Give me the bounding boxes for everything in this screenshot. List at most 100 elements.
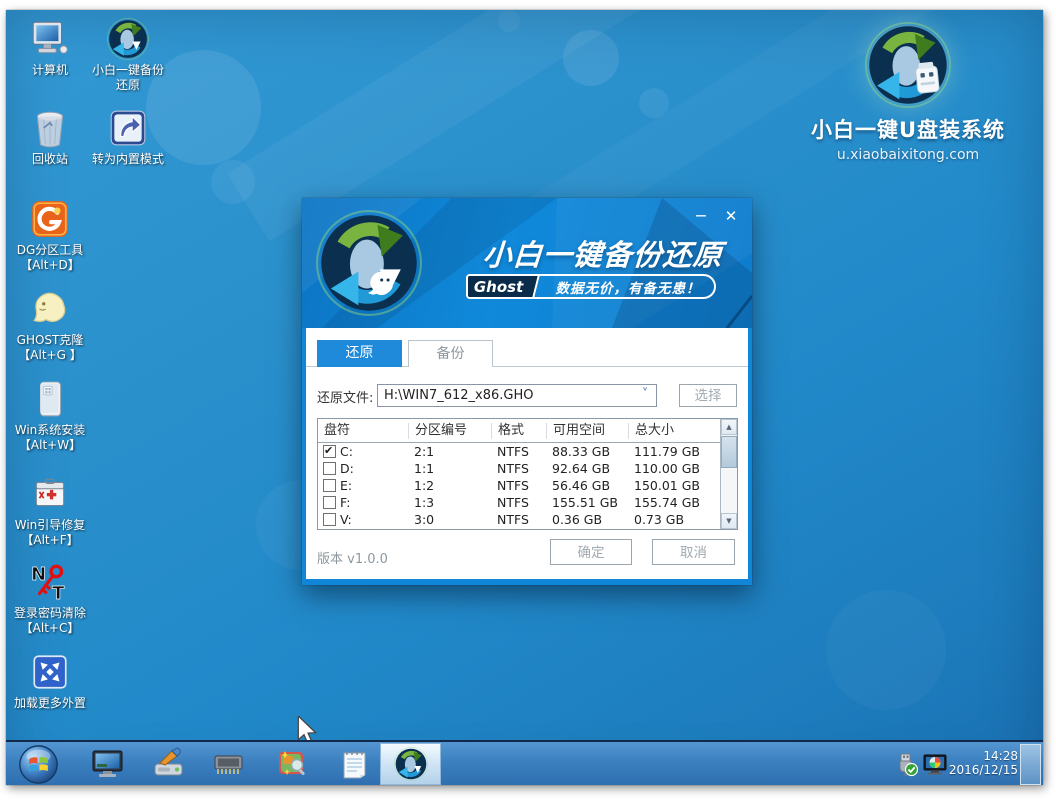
taskbar-notepad-icon[interactable] bbox=[338, 747, 371, 780]
desktop-icon-password-clear[interactable]: N T 登录密码清除【Alt+C】 bbox=[6, 561, 94, 636]
table-header: 盘符 分区编号 格式 可用空间 总大小 bbox=[318, 419, 737, 443]
row-checkbox[interactable] bbox=[323, 513, 336, 526]
desktop-icon-xiaobai-backup[interactable]: 小白一键备份还原 bbox=[84, 18, 172, 93]
desktop-icon-boot-repair[interactable]: Win引导修复【Alt+F】 bbox=[6, 473, 94, 548]
dialog-body: 还原 备份 还原文件: H:\WIN7_612_x86.GHO ˅ 选择 盘符 … bbox=[306, 328, 748, 579]
cell-free: 0.36 GB bbox=[546, 512, 628, 527]
cell-partition: 1:1 bbox=[408, 461, 491, 476]
cell-free: 56.46 GB bbox=[546, 478, 628, 493]
backup-restore-icon bbox=[394, 747, 428, 781]
row-checkbox[interactable] bbox=[323, 496, 336, 509]
choose-button[interactable]: 选择 bbox=[679, 384, 737, 407]
table-row[interactable]: C: 2:1 NTFS 88.33 GB 111.79 GB bbox=[318, 443, 737, 460]
bokeh-circle bbox=[498, 10, 520, 32]
chevron-down-icon[interactable]: ˅ bbox=[638, 385, 652, 406]
cell-partition: 3:0 bbox=[408, 512, 491, 527]
cell-format: NTFS bbox=[491, 444, 546, 459]
bokeh-circle bbox=[639, 88, 669, 118]
brand-block: 小白一键U盘装系统 u.xiaobaixitong.com bbox=[803, 22, 1013, 163]
ok-button[interactable]: 确定 bbox=[550, 539, 632, 565]
cell-format: NTFS bbox=[491, 461, 546, 476]
desktop-icon-label: 转为内置模式 bbox=[92, 152, 164, 167]
show-desktop-button[interactable] bbox=[1020, 744, 1041, 785]
col-free: 可用空间 bbox=[546, 423, 628, 439]
bokeh-circle bbox=[826, 590, 946, 710]
taskbar-disk-cleanup-icon[interactable] bbox=[152, 747, 185, 780]
desktop-icon-label: 回收站 bbox=[32, 152, 68, 167]
dialog-header: 小白一键备份还原 Ghost 数据无价，有备无患！ — ✕ bbox=[302, 198, 752, 328]
taskbar-active-app-xiaobai[interactable] bbox=[380, 743, 441, 785]
taskbar: 14:28 2016/12/15 bbox=[6, 740, 1043, 785]
taskbar-memory-icon[interactable] bbox=[212, 747, 245, 780]
table-row[interactable]: E: 1:2 NTFS 56.46 GB 150.01 GB bbox=[318, 477, 737, 494]
taskbar-capture-tool-icon[interactable] bbox=[276, 747, 309, 780]
scroll-down-icon[interactable]: ▼ bbox=[721, 513, 737, 529]
cell-format: NTFS bbox=[491, 478, 546, 493]
partition-table: 盘符 分区编号 格式 可用空间 总大小 C: 2:1 NTFS 88.33 GB… bbox=[317, 418, 738, 530]
desktop-icon-label: Win引导修复【Alt+F】 bbox=[8, 518, 92, 548]
clock-time: 14:28 bbox=[944, 749, 1018, 763]
desktop-icon-label: 计算机 bbox=[32, 63, 68, 78]
table-row[interactable]: V: 3:0 NTFS 0.36 GB 0.73 GB bbox=[318, 511, 737, 528]
col-partition: 分区编号 bbox=[408, 423, 491, 439]
close-button[interactable]: ✕ bbox=[720, 206, 742, 226]
row-checkbox[interactable] bbox=[323, 462, 336, 475]
minimize-button[interactable]: — bbox=[690, 206, 712, 226]
cell-format: NTFS bbox=[491, 512, 546, 527]
desktop-icon-label: Win系统安装【Alt+W】 bbox=[8, 423, 92, 453]
svg-text:N: N bbox=[31, 564, 46, 585]
restore-file-value: H:\WIN7_612_x86.GHO bbox=[384, 388, 533, 403]
cell-free: 92.64 GB bbox=[546, 461, 628, 476]
boot-repair-icon bbox=[29, 473, 71, 515]
taskbar-clock[interactable]: 14:28 2016/12/15 bbox=[944, 749, 1018, 777]
desktop-icon-recycle-bin[interactable]: 回收站 bbox=[6, 107, 94, 167]
cell-partition: 2:1 bbox=[408, 444, 491, 459]
cell-free: 155.51 GB bbox=[546, 495, 628, 510]
table-scrollbar[interactable]: ▲ ▼ bbox=[720, 419, 737, 529]
desktop-icon-label: 小白一键备份还原 bbox=[89, 63, 167, 93]
ghost-icon bbox=[29, 288, 71, 330]
desktop-icon-label: 加载更多外置 bbox=[14, 696, 86, 711]
recycle-bin-icon bbox=[29, 107, 71, 149]
row-checkbox[interactable] bbox=[323, 479, 336, 492]
load-more-icon bbox=[29, 651, 71, 693]
start-button[interactable] bbox=[18, 744, 59, 785]
desktop-icon-label: GHOST克隆【Alt+G 】 bbox=[8, 333, 92, 363]
builtin-mode-icon bbox=[107, 107, 149, 149]
cell-drive: F: bbox=[340, 495, 350, 510]
desktop-icon-ghost-clone[interactable]: GHOST克隆【Alt+G 】 bbox=[6, 288, 94, 363]
svg-text:T: T bbox=[52, 583, 65, 603]
desktop-icon-builtin-mode[interactable]: 转为内置模式 bbox=[84, 107, 172, 167]
cell-total: 0.73 GB bbox=[628, 512, 709, 527]
desktop-icon-dg-partition[interactable]: DG分区工具【Alt+D】 bbox=[6, 198, 94, 273]
computer-icon bbox=[29, 18, 71, 60]
table-row[interactable]: F: 1:3 NTFS 155.51 GB 155.74 GB bbox=[318, 494, 737, 511]
desktop-icon-load-more[interactable]: 加载更多外置 bbox=[6, 651, 94, 711]
tab-restore[interactable]: 还原 bbox=[317, 340, 402, 367]
cell-total: 150.01 GB bbox=[628, 478, 709, 493]
tray-usb-icon[interactable] bbox=[893, 751, 919, 777]
dg-partition-icon bbox=[29, 198, 71, 240]
backup-restore-icon bbox=[107, 18, 149, 60]
cell-total: 110.00 GB bbox=[628, 461, 709, 476]
version-label: 版本 v1.0.0 bbox=[317, 548, 388, 567]
restore-file-combobox[interactable]: H:\WIN7_612_x86.GHO ˅ bbox=[377, 384, 657, 407]
cell-free: 88.33 GB bbox=[546, 444, 628, 459]
scroll-up-icon[interactable]: ▲ bbox=[721, 419, 737, 435]
desktop-icon-win-install[interactable]: Win系统安装【Alt+W】 bbox=[6, 378, 94, 453]
backup-restore-dialog: 小白一键备份还原 Ghost 数据无价，有备无患！ — ✕ 还原 备份 还原文件… bbox=[302, 198, 752, 585]
cell-partition: 1:3 bbox=[408, 495, 491, 510]
row-checkbox[interactable] bbox=[323, 445, 336, 458]
ghost-badge-brand: Ghost bbox=[466, 276, 540, 297]
cell-drive: D: bbox=[340, 461, 354, 476]
desktop-icon-label: 登录密码清除【Alt+C】 bbox=[8, 606, 92, 636]
tab-backup[interactable]: 备份 bbox=[408, 340, 493, 367]
cell-drive: V: bbox=[340, 512, 352, 527]
scrollbar-thumb[interactable] bbox=[721, 436, 737, 468]
cancel-button[interactable]: 取消 bbox=[652, 539, 735, 565]
cell-partition: 1:2 bbox=[408, 478, 491, 493]
taskbar-display-icon[interactable] bbox=[91, 747, 124, 780]
desktop-icon-computer[interactable]: 计算机 bbox=[6, 18, 94, 78]
table-row[interactable]: D: 1:1 NTFS 92.64 GB 110.00 GB bbox=[318, 460, 737, 477]
col-total: 总大小 bbox=[628, 423, 709, 439]
